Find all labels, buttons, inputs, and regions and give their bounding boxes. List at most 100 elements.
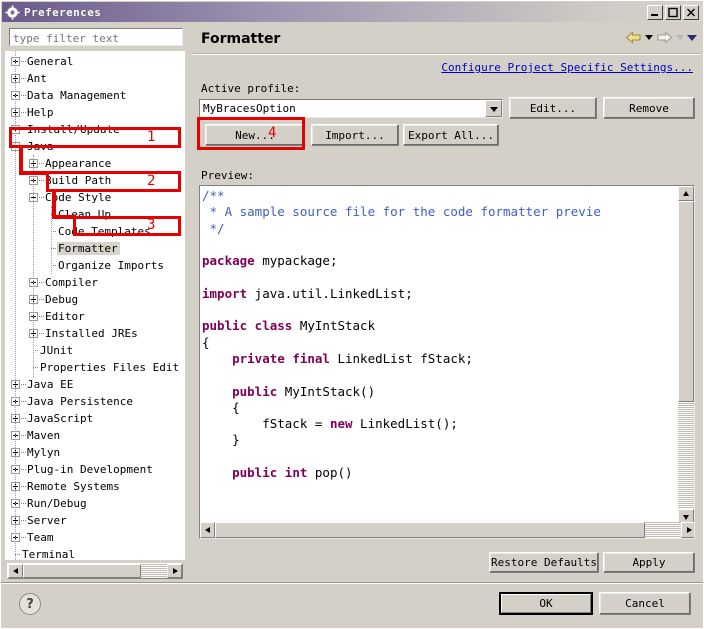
page-navigation-bar: [625, 31, 697, 44]
active-profile-label: Active profile:: [201, 82, 301, 95]
preview-horizontal-scrollbar[interactable]: [200, 522, 694, 538]
tree-scroll-thumb[interactable]: [23, 564, 141, 578]
sidebar-item-label: Java: [27, 140, 54, 153]
tree-scroll-track[interactable]: [141, 564, 167, 578]
maximize-button[interactable]: [665, 4, 681, 20]
sidebar-item-build-path[interactable]: Build Path: [5, 172, 185, 189]
cancel-button[interactable]: Cancel: [599, 592, 691, 615]
back-arrow-icon[interactable]: [625, 31, 642, 44]
close-button[interactable]: [683, 4, 699, 20]
sidebar-item-team[interactable]: Team: [5, 529, 185, 546]
apply-button[interactable]: Apply: [603, 552, 695, 573]
preview-scroll-left-button[interactable]: [200, 522, 215, 538]
footer-separator-highlight: [1, 583, 703, 584]
back-dropdown-icon[interactable]: [645, 35, 653, 40]
sidebar-item-install-update[interactable]: Install/Update: [5, 121, 185, 138]
sidebar-item-debug[interactable]: Debug: [5, 291, 185, 308]
code-line: * A sample source file for the code form…: [202, 204, 601, 220]
sidebar-item-label: Formatter: [57, 242, 120, 255]
sidebar-item-maven[interactable]: Maven: [5, 427, 185, 444]
sidebar-item-plug-in-development[interactable]: Plug-in Development: [5, 461, 185, 478]
tree-connector-icon: [21, 380, 26, 389]
tree-guide-line: [51, 206, 52, 274]
sidebar-item-label: Remote Systems: [27, 480, 120, 493]
sidebar-item-run-debug[interactable]: Run/Debug: [5, 495, 185, 512]
preview-hscroll-track[interactable]: [645, 522, 681, 538]
tree-horizontal-scrollbar[interactable]: [7, 563, 183, 579]
sidebar-item-junit[interactable]: JUnit: [5, 342, 185, 359]
export-all-button[interactable]: Export All...: [403, 124, 499, 146]
code-line: {: [202, 334, 210, 350]
sidebar-item-organize-imports[interactable]: Organize Imports: [5, 257, 185, 274]
sidebar-item-label: Java EE: [27, 378, 74, 391]
tree-scroll-right-button[interactable]: [167, 564, 182, 578]
new-profile-button[interactable]: New...: [205, 124, 305, 146]
preferences-tree[interactable]: General Ant Data Management Help Install/Upd…: [5, 51, 185, 560]
sidebar-item-properties-files-edit[interactable]: Properties Files Edit: [5, 359, 185, 376]
tree-connector-icon: [39, 278, 44, 287]
tree-connector-icon: [21, 465, 26, 474]
help-icon[interactable]: ?: [19, 593, 41, 615]
tree-guide-line: [15, 51, 16, 560]
sidebar-item-clean-up[interactable]: Clean Up: [5, 206, 185, 223]
sidebar-item-installed-jres[interactable]: Installed JREs: [5, 325, 185, 342]
view-menu-icon[interactable]: [687, 34, 697, 41]
preview-vertical-scrollbar[interactable]: [678, 186, 694, 524]
tree-connector-icon: [39, 176, 44, 185]
sidebar-item-java-persistence[interactable]: Java Persistence: [5, 393, 185, 410]
code-line: public MyIntStack(): [232, 383, 376, 399]
active-profile-combobox[interactable]: MyBracesOption: [199, 99, 503, 118]
window-title: Preferences: [24, 5, 102, 19]
filter-input[interactable]: [9, 28, 183, 46]
sidebar-item-ant[interactable]: Ant: [5, 70, 185, 87]
forward-dropdown-icon[interactable]: [676, 35, 684, 40]
preview-vscroll-track[interactable]: [678, 402, 694, 509]
sidebar-item-data-management[interactable]: Data Management: [5, 87, 185, 104]
sidebar-item-code-templates[interactable]: Code Templates: [5, 223, 185, 240]
sidebar-item-code-style[interactable]: Code Style: [5, 189, 185, 206]
sidebar-item-formatter[interactable]: Formatter: [5, 240, 185, 257]
sidebar-item-label: Editor: [45, 310, 85, 323]
sidebar-item-mylyn[interactable]: Mylyn: [5, 444, 185, 461]
sidebar-item-server[interactable]: Server: [5, 512, 185, 529]
code-line: package mypackage;: [202, 253, 338, 269]
sidebar-item-help[interactable]: Help: [5, 104, 185, 121]
sidebar-item-label: Server: [27, 514, 67, 527]
tree-connector-icon: [21, 448, 26, 457]
code-preview-box[interactable]: /** * A sample source file for the code …: [199, 185, 695, 539]
preview-scroll-up-button[interactable]: [678, 186, 694, 201]
sidebar-item-general[interactable]: General: [5, 53, 185, 70]
preview-scroll-right-button[interactable]: [681, 522, 694, 538]
sidebar-item-editor[interactable]: Editor: [5, 308, 185, 325]
forward-arrow-icon[interactable]: [656, 31, 673, 44]
code-line: fStack = new LinkedList();: [202, 416, 458, 432]
configure-project-specific-settings-link[interactable]: Configure Project Specific Settings...: [441, 61, 693, 74]
remove-profile-button[interactable]: Remove: [603, 97, 695, 119]
sidebar-item-label: JUnit: [40, 344, 74, 357]
tree-connector-icon: [39, 159, 44, 168]
sidebar-item-remote-systems[interactable]: Remote Systems: [5, 478, 185, 495]
tree-scroll-left-button[interactable]: [8, 564, 23, 578]
tree-connector-icon: [39, 193, 44, 202]
window-titlebar: Preferences: [2, 2, 703, 22]
sidebar-item-compiler[interactable]: Compiler: [5, 274, 185, 291]
restore-defaults-button[interactable]: Restore Defaults: [489, 552, 599, 573]
preview-hscroll-thumb[interactable]: [215, 522, 645, 538]
sidebar-item-label: Ant: [27, 72, 47, 85]
preview-vscroll-thumb[interactable]: [678, 201, 694, 402]
ok-button[interactable]: OK: [499, 592, 593, 615]
sidebar-item-label: Team: [27, 531, 54, 544]
minimize-button[interactable]: [647, 4, 663, 20]
import-profile-button[interactable]: Import...: [311, 124, 399, 146]
edit-profile-button[interactable]: Edit...: [509, 97, 597, 119]
sidebar-item-javascript[interactable]: JavaScript: [5, 410, 185, 427]
sidebar-item-appearance[interactable]: Appearance: [5, 155, 185, 172]
sidebar-item-java[interactable]: Java: [5, 138, 185, 155]
sidebar-item-label: Install/Update: [27, 123, 120, 136]
sidebar-item-java-ee[interactable]: Java EE: [5, 376, 185, 393]
sidebar-item-terminal[interactable]: Terminal: [5, 546, 185, 560]
chevron-down-icon[interactable]: [485, 100, 502, 117]
